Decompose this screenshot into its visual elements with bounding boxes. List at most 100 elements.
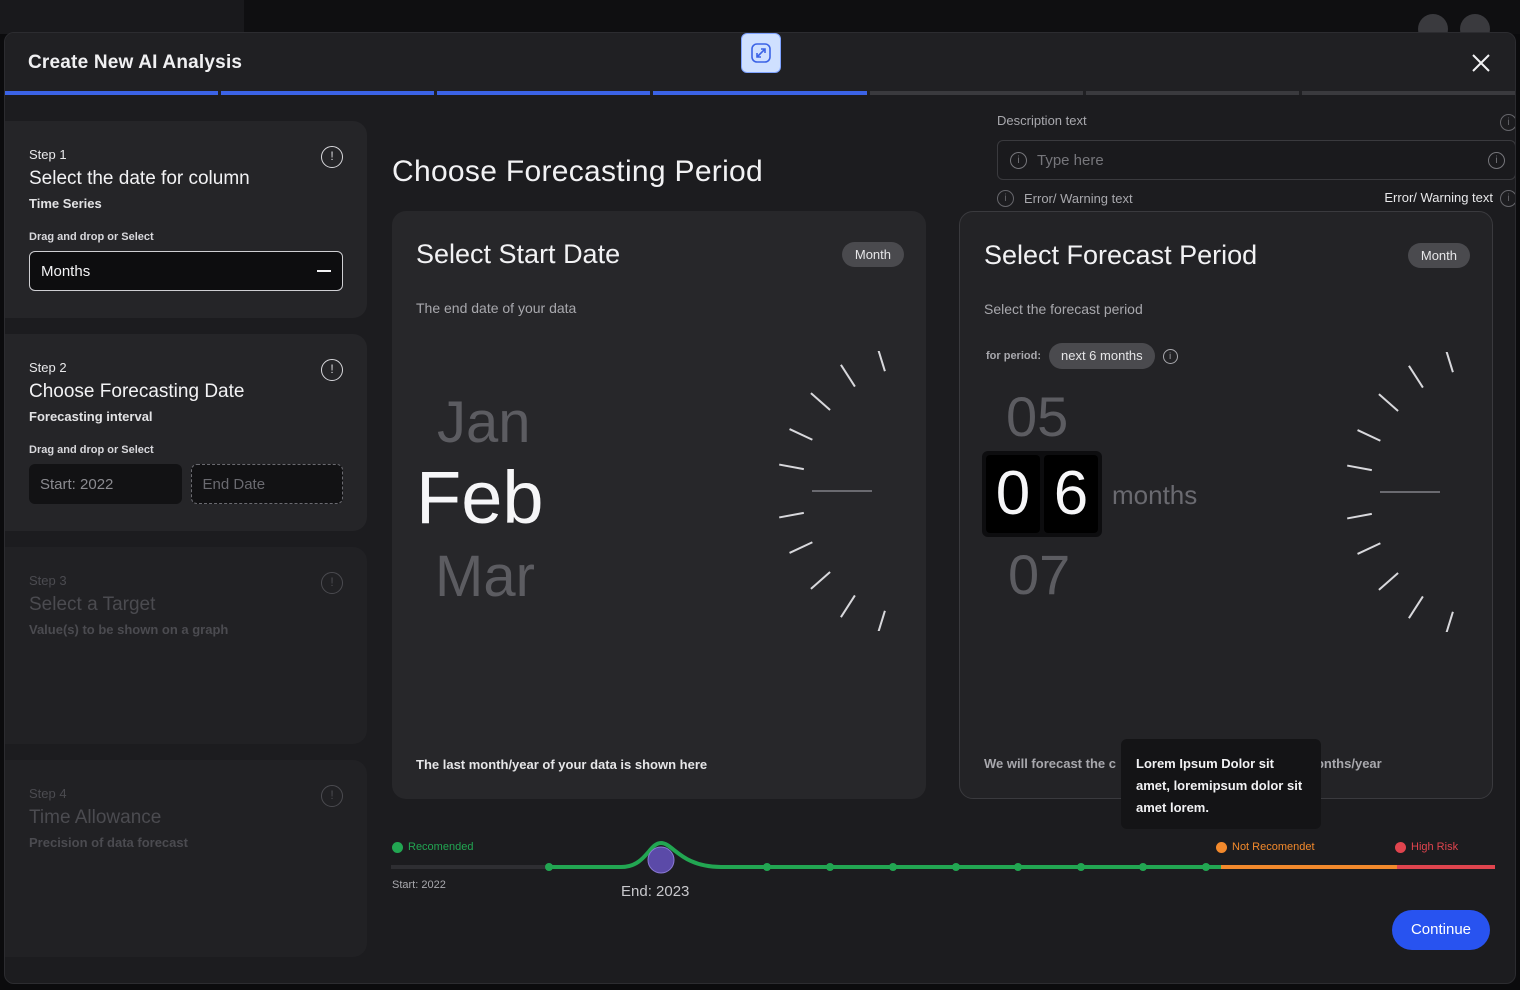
- time-series-field[interactable]: Months: [29, 251, 343, 291]
- scroll-dial[interactable]: [752, 351, 912, 631]
- description-label: Description text: [997, 113, 1087, 128]
- remove-icon[interactable]: [317, 270, 331, 272]
- step-title: Time Allowance: [29, 807, 162, 828]
- close-button[interactable]: [1469, 51, 1493, 75]
- step-number: Step 3: [29, 573, 67, 588]
- info-icon[interactable]: !: [321, 146, 343, 168]
- dial-tick: [779, 463, 805, 471]
- track-recommended: [546, 840, 1221, 869]
- description-placeholder: Type here: [1037, 151, 1104, 169]
- month-option-selected[interactable]: Feb: [416, 455, 544, 540]
- card-title: Select Start Date: [416, 239, 621, 269]
- info-icon[interactable]: !: [321, 359, 343, 381]
- create-analysis-modal: Create New AI Analysis Step 1 Select the…: [4, 32, 1516, 984]
- dial-tick: [1347, 512, 1373, 520]
- dial-tick: [1445, 611, 1454, 632]
- scroll-dial[interactable]: [1320, 352, 1480, 632]
- warning-icon: i: [997, 190, 1014, 207]
- step-subtitle: Value(s) to be shown on a graph: [29, 622, 229, 637]
- expand-button[interactable]: [741, 33, 781, 73]
- step-3-card[interactable]: Step 3 Select a Target Value(s) to be sh…: [5, 547, 367, 744]
- unit-pill[interactable]: Month: [841, 242, 904, 267]
- drag-drop-label: Drag and drop or Select: [29, 231, 154, 243]
- timeline-tick[interactable]: [1077, 863, 1085, 871]
- progress-segment: [653, 91, 867, 95]
- step-2-card[interactable]: Step 2 Choose Forecasting Date Forecasti…: [5, 334, 367, 531]
- progress-segment: [1085, 91, 1299, 95]
- progress-segment: [869, 91, 1083, 95]
- info-icon[interactable]: i: [1162, 348, 1178, 364]
- step-progress-bar: [5, 91, 1515, 96]
- description-input[interactable]: i Type here i: [997, 140, 1515, 180]
- timeline-tick[interactable]: [1014, 863, 1022, 871]
- timeline-end-label: End: 2023: [621, 883, 690, 900]
- dial-tick: [1357, 429, 1381, 442]
- time-series-value: Months: [41, 262, 91, 280]
- expand-icon: [751, 43, 771, 63]
- dial-tick: [840, 594, 856, 618]
- timeline-tick[interactable]: [952, 863, 960, 871]
- info-icon: i: [1010, 151, 1027, 169]
- description-helper-row: i Error/ Warning text Error/ Warning text…: [997, 190, 1515, 207]
- dial-tick: [1378, 572, 1399, 591]
- dial-tick: [1378, 393, 1399, 412]
- timeline-tick[interactable]: [889, 863, 897, 871]
- continue-button[interactable]: Continue: [1392, 910, 1490, 950]
- progress-segment: [1301, 91, 1515, 95]
- period-value-pill[interactable]: next 6 months: [1049, 343, 1155, 369]
- period-option-next[interactable]: 07: [1008, 542, 1070, 607]
- error-text-right: Error/ Warning text: [1384, 190, 1493, 205]
- dial-tick: [779, 511, 805, 519]
- forecast-timeline: Recomended Not Recomendet High Risk Star…: [391, 833, 1495, 913]
- timeline-tick[interactable]: [1202, 863, 1210, 871]
- start-date-field[interactable]: Start: 2022: [29, 464, 182, 504]
- period-row: for period: next 6 months i: [986, 343, 1178, 369]
- period-option-prev[interactable]: 05: [1006, 384, 1068, 449]
- card-subtitle: Select the forecast period: [984, 301, 1143, 317]
- info-icon[interactable]: !: [321, 572, 343, 594]
- card-title: Select Forecast Period: [984, 240, 1258, 270]
- card-footer-tail: onths/year: [1315, 756, 1382, 771]
- modal-title: Create New AI Analysis: [28, 52, 243, 73]
- error-text-left: Error/ Warning text: [1024, 191, 1133, 206]
- dial-tick: [1408, 365, 1424, 389]
- step-title: Select the date for column: [29, 168, 250, 189]
- timeline-tick[interactable]: [763, 863, 771, 871]
- card-footer-start: We will forecast the c: [984, 756, 1116, 771]
- step-number: Step 1: [29, 147, 67, 162]
- timeline-handle[interactable]: [647, 846, 675, 874]
- progress-segment: [221, 91, 435, 95]
- period-option-selected[interactable]: 0 6: [982, 451, 1102, 537]
- step-1-card[interactable]: Step 1 Select the date for column Time S…: [5, 121, 367, 318]
- month-option-prev[interactable]: Jan: [437, 389, 531, 456]
- dial-tick: [810, 392, 831, 411]
- info-icon[interactable]: i: [1488, 152, 1505, 169]
- progress-segment: [5, 91, 219, 95]
- progress-segment: [437, 91, 651, 95]
- info-icon[interactable]: !: [321, 785, 343, 807]
- timeline-tick[interactable]: [1139, 863, 1147, 871]
- dial-tick: [1357, 542, 1381, 555]
- step-title: Select a Target: [29, 594, 156, 615]
- month-option-next[interactable]: Mar: [435, 543, 535, 610]
- info-icon: i: [1500, 190, 1515, 207]
- date-range-row: Start: 2022 End Date: [29, 464, 343, 504]
- end-date-field[interactable]: End Date: [190, 464, 343, 504]
- timeline-track[interactable]: [391, 833, 1495, 893]
- dial-tick: [1408, 595, 1424, 619]
- step-subtitle: Forecasting interval: [29, 409, 153, 424]
- timeline-tick[interactable]: [826, 863, 834, 871]
- unit-pill[interactable]: Month: [1407, 243, 1470, 268]
- forecast-period-card: Select Forecast Period Month Select the …: [959, 211, 1493, 799]
- info-icon[interactable]: i: [1500, 114, 1515, 131]
- step-4-card[interactable]: Step 4 Time Allowance Precision of data …: [5, 760, 367, 957]
- card-subtitle: The end date of your data: [416, 300, 577, 316]
- step-number: Step 2: [29, 360, 67, 375]
- card-footer: The last month/year of your data is show…: [416, 757, 708, 772]
- modal-header: Create New AI Analysis: [5, 33, 1515, 95]
- page-title: Choose Forecasting Period: [392, 155, 764, 188]
- dial-tick: [789, 428, 813, 441]
- step-number: Step 4: [29, 786, 67, 801]
- tooltip: Lorem Ipsum Dolor sit amet, loremipsum d…: [1121, 739, 1321, 829]
- timeline-tick[interactable]: [545, 863, 553, 871]
